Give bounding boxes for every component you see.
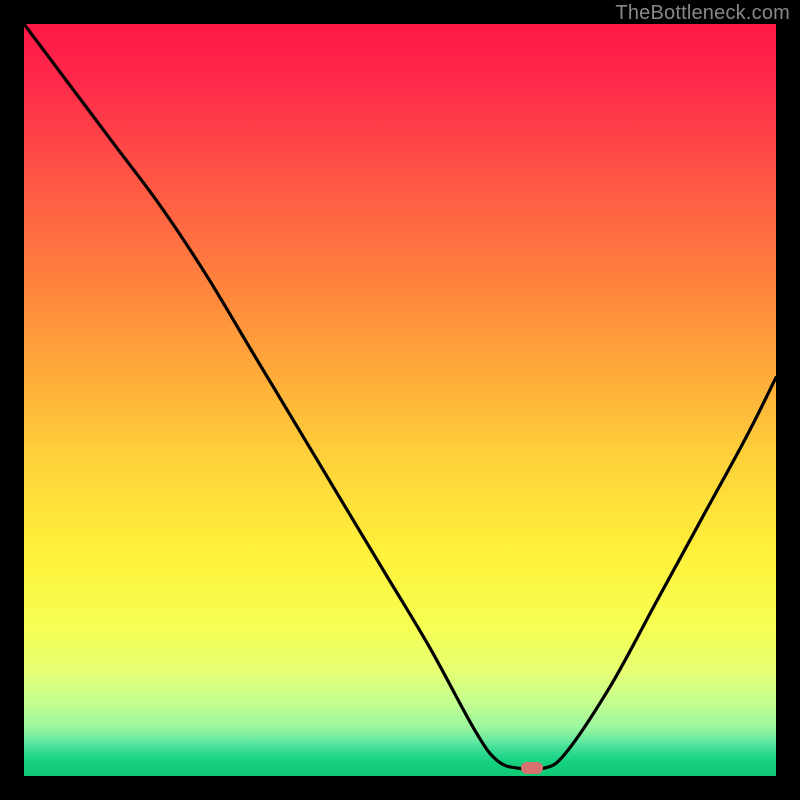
optimal-point-marker xyxy=(521,762,543,774)
plot-area xyxy=(24,24,776,776)
chart-frame: TheBottleneck.com xyxy=(0,0,800,800)
bottleneck-curve xyxy=(24,24,776,776)
watermark-text: TheBottleneck.com xyxy=(615,2,790,25)
